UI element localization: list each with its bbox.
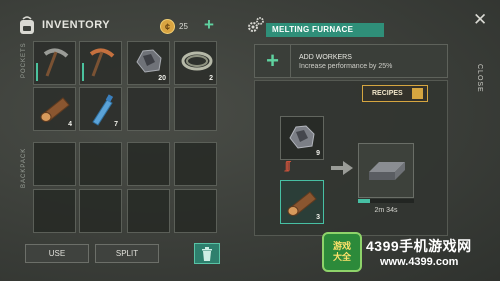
smelting-timer: 2m 34s bbox=[374, 207, 398, 214]
furnace-fuel-slot[interactable]: 3 bbox=[280, 180, 324, 224]
durability-bar bbox=[82, 63, 84, 81]
item-count: 4 bbox=[68, 121, 72, 128]
watermark-badge-line2: 大全 bbox=[332, 252, 351, 262]
coin-icon: ¢ bbox=[160, 19, 175, 34]
recipe-book-icon bbox=[412, 88, 423, 99]
fire-icon: ʃʃʃ bbox=[285, 160, 290, 172]
coin-count: 25 bbox=[179, 22, 188, 31]
pickaxe-icon bbox=[89, 48, 115, 77]
rope-icon bbox=[181, 51, 213, 71]
watermark-badge: 游戏 大全 bbox=[322, 232, 362, 272]
furnace-output-slot[interactable] bbox=[358, 143, 414, 198]
add-coins-button[interactable]: + bbox=[204, 16, 214, 34]
inventory-header: INVENTORY bbox=[18, 14, 110, 36]
item-count: 9 bbox=[316, 150, 320, 157]
pockets-label: POCKETS bbox=[21, 42, 27, 78]
backpack-label: BACKPACK bbox=[21, 147, 27, 188]
trash-icon bbox=[202, 246, 212, 261]
inventory-title: INVENTORY bbox=[42, 19, 111, 31]
add-workers-subtitle: Increase performance by 25% bbox=[299, 63, 393, 70]
wood-log-icon bbox=[287, 191, 317, 216]
add-workers-panel[interactable]: + ADD WORKERS Increase performance by 25… bbox=[254, 44, 448, 78]
smelting-progress-fill bbox=[358, 199, 370, 203]
pocket-slot[interactable]: 2 bbox=[174, 41, 217, 85]
pocket-slot[interactable]: 7 bbox=[79, 87, 122, 131]
watermark-site-name: 4399手机游戏网 bbox=[366, 238, 472, 254]
pocket-slot[interactable] bbox=[79, 41, 122, 85]
wood-log-icon bbox=[40, 97, 70, 122]
backpack-slot[interactable] bbox=[33, 142, 76, 186]
backpack-slot[interactable] bbox=[174, 142, 217, 186]
recipes-label: RECIPES bbox=[372, 90, 403, 97]
close-label[interactable]: CLOSE bbox=[476, 64, 483, 93]
split-button[interactable]: SPLIT bbox=[95, 244, 159, 263]
watermark-url: www.4399.com bbox=[380, 256, 459, 268]
pocket-slot[interactable] bbox=[127, 87, 170, 131]
backpack-slot[interactable] bbox=[127, 142, 170, 186]
backpack-slot[interactable] bbox=[174, 189, 217, 233]
trash-button[interactable] bbox=[194, 243, 220, 264]
arrow-right-icon bbox=[331, 161, 353, 175]
add-workers-title: ADD WORKERS bbox=[299, 54, 352, 61]
add-workers-button[interactable]: + bbox=[255, 45, 291, 77]
furnace-input-slot[interactable]: 9 bbox=[280, 116, 324, 160]
iron-ingot-icon bbox=[369, 162, 405, 180]
backpack-icon bbox=[20, 16, 34, 34]
backpack-slot[interactable] bbox=[79, 142, 122, 186]
backpack-slot[interactable] bbox=[33, 189, 76, 233]
durability-bar bbox=[36, 63, 38, 81]
pickaxe-icon bbox=[43, 48, 69, 77]
recipes-button[interactable]: RECIPES bbox=[362, 85, 428, 102]
iron-ore-icon bbox=[289, 125, 315, 149]
backpack-slot[interactable] bbox=[127, 189, 170, 233]
coal-icon bbox=[136, 49, 162, 73]
pocket-slot[interactable]: 4 bbox=[33, 87, 76, 131]
pocket-slot[interactable] bbox=[33, 41, 76, 85]
backpack-slot[interactable] bbox=[79, 189, 122, 233]
item-count: 20 bbox=[158, 75, 166, 82]
watermark-badge-line1: 游戏 bbox=[332, 241, 351, 251]
item-count: 2 bbox=[209, 75, 213, 82]
gears-icon bbox=[248, 17, 264, 32]
furnace-title: MELTING FURNACE bbox=[266, 23, 384, 37]
pocket-slot[interactable] bbox=[174, 87, 217, 131]
item-count: 7 bbox=[114, 121, 118, 128]
close-icon[interactable]: ✕ bbox=[473, 11, 487, 28]
pocket-slot[interactable]: 20 bbox=[127, 41, 170, 85]
item-count: 3 bbox=[316, 214, 320, 221]
use-button[interactable]: USE bbox=[25, 244, 89, 263]
